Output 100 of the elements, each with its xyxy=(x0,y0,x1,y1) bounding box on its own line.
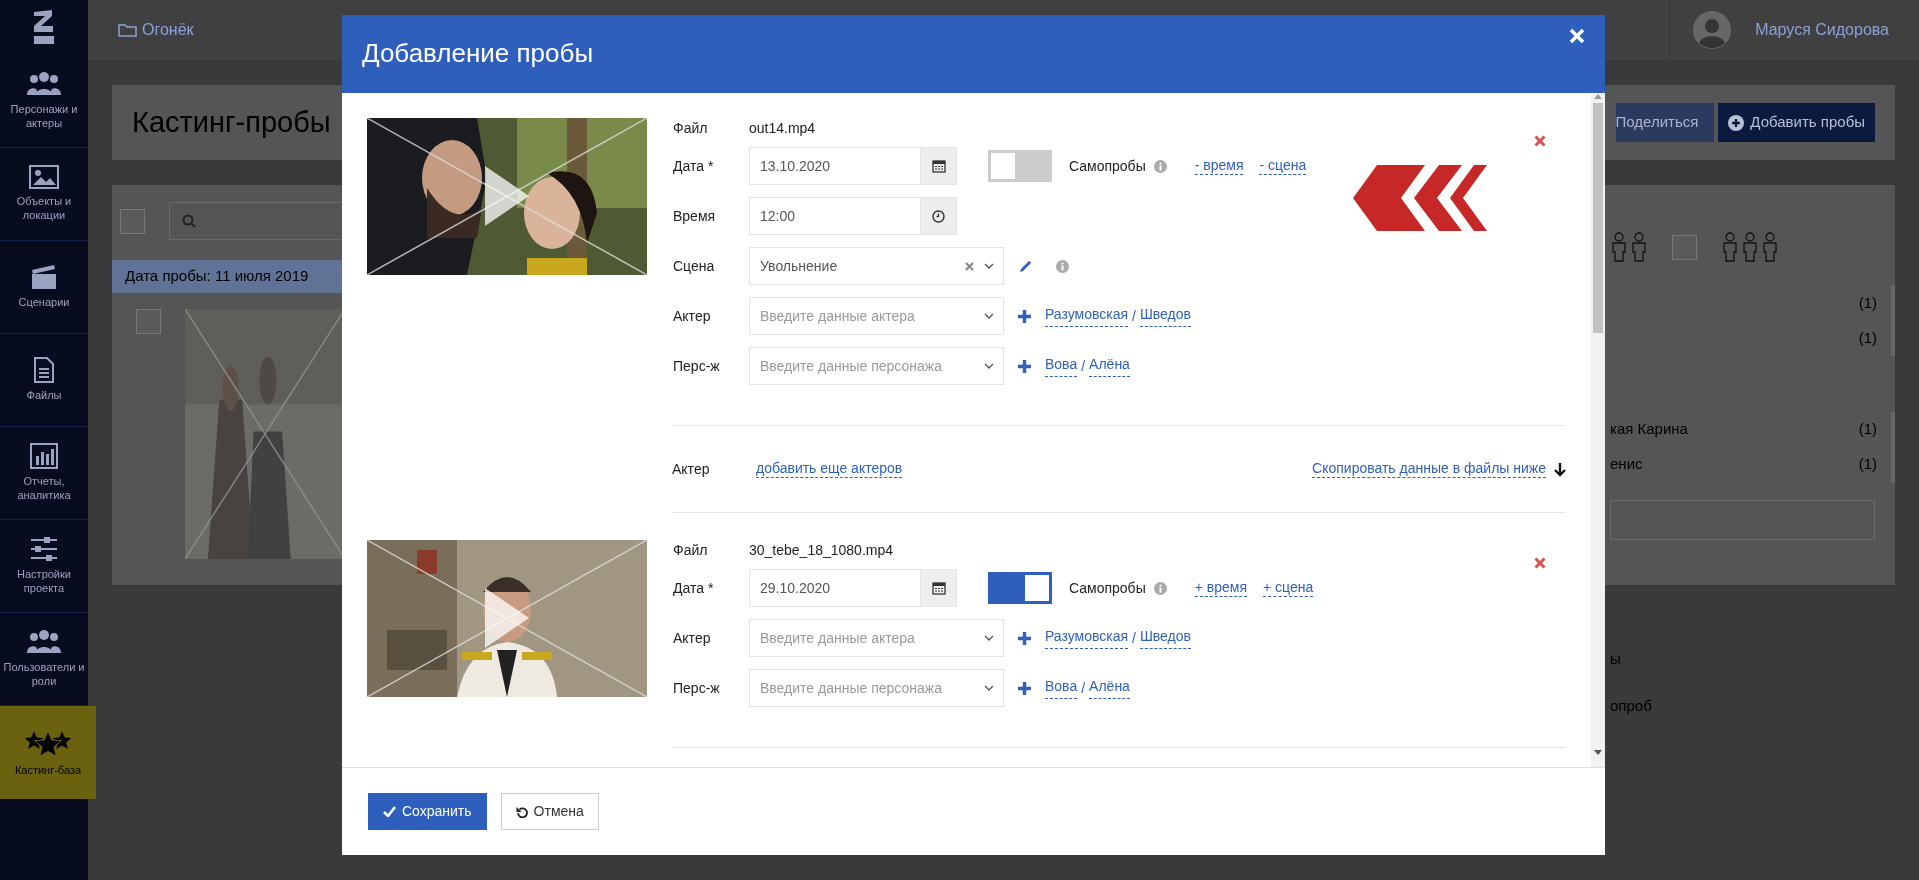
select-field[interactable]: Введите данные актера xyxy=(749,619,1004,657)
suggestion-link[interactable]: Разумовская xyxy=(1045,627,1129,649)
toggle-switch[interactable] xyxy=(988,150,1052,182)
clear-icon xyxy=(965,261,974,271)
suggestion-link[interactable]: Шведов xyxy=(1140,305,1191,327)
arrow-down-icon xyxy=(1554,462,1566,477)
suggestion-link[interactable]: Алёна xyxy=(1089,677,1130,699)
plus-icon xyxy=(1018,682,1031,696)
field-label: Перс-ж xyxy=(673,356,721,376)
calendar-button[interactable] xyxy=(921,147,957,185)
item-count: (1) xyxy=(1858,419,1877,440)
field-label: Актер xyxy=(672,459,711,479)
suggestion-link[interactable]: Алёна xyxy=(1089,355,1130,377)
clock-button[interactable] xyxy=(921,197,957,235)
person-icon xyxy=(1630,232,1648,262)
sliders-icon xyxy=(30,536,58,563)
breadcrumb-link[interactable]: Огонёк xyxy=(118,18,194,42)
checkbox[interactable] xyxy=(1672,234,1697,260)
caret-icon xyxy=(984,263,994,269)
page-title: Кастинг-пробы xyxy=(132,105,331,140)
sidebar-item[interactable]: Кастинг-база xyxy=(0,706,96,799)
avatar-icon xyxy=(1693,11,1732,49)
field-label: Время xyxy=(673,206,717,226)
field-label: Актер xyxy=(673,306,712,326)
copy-data-link[interactable]: Скопировать данные в файлы ниже xyxy=(1312,460,1546,478)
toggle-link[interactable]: + время xyxy=(1194,579,1247,597)
toggle-link[interactable]: + сцена xyxy=(1263,579,1314,597)
bar-chart-icon xyxy=(30,443,58,470)
clock-icon xyxy=(932,209,945,223)
item-count: (1) xyxy=(1858,454,1877,475)
time-field[interactable]: 12:00 xyxy=(749,197,921,235)
field-label: Перс-ж xyxy=(673,678,721,698)
sidebar-label: Настройки проекта xyxy=(16,568,72,596)
sidebar-label: Объекты и локации xyxy=(15,195,73,223)
remove-icon xyxy=(1534,135,1546,148)
suggestion-link[interactable]: Разумовская xyxy=(1045,305,1129,327)
add-button[interactable]: Добавить пробы xyxy=(1718,103,1875,142)
sidebar-label: Отчеты, аналитика xyxy=(16,475,72,503)
save-button[interactable]: Сохранить xyxy=(368,793,487,830)
select-field[interactable]: Введите данные персонажа xyxy=(749,669,1004,707)
info-icon xyxy=(1153,581,1167,595)
plus-icon xyxy=(1018,310,1031,324)
sidebar-item[interactable]: Сценарии xyxy=(0,241,88,334)
check-icon xyxy=(383,806,396,817)
select-field[interactable]: Введите данные актера xyxy=(749,297,1004,335)
file-icon xyxy=(33,357,55,384)
file-name: out14.mp4 xyxy=(749,119,816,138)
sidebar-item[interactable]: Отчеты, аналитика xyxy=(0,427,88,520)
field-label: Файл xyxy=(673,119,709,138)
checkbox[interactable] xyxy=(136,309,161,334)
search-icon xyxy=(182,214,196,228)
add-actors-link[interactable]: добавить еще актеров xyxy=(756,460,903,478)
calendar-button[interactable] xyxy=(921,569,957,607)
separator-slash: / xyxy=(1132,306,1136,326)
people-icon xyxy=(27,629,61,656)
suggestion-link[interactable]: Шведов xyxy=(1140,627,1191,649)
user-name[interactable]: Маруся Сидорова xyxy=(1755,18,1889,42)
info-icon xyxy=(1153,159,1167,173)
share-button[interactable]: Поделиться xyxy=(1615,103,1715,142)
person-icon xyxy=(1741,232,1759,262)
checkbox[interactable] xyxy=(120,208,145,234)
separator-slash: / xyxy=(1081,356,1086,376)
play-icon[interactable] xyxy=(485,588,529,648)
person-icon xyxy=(1721,232,1739,262)
clapperboard-icon xyxy=(30,264,58,291)
scrollbar-thumb[interactable] xyxy=(1593,103,1603,333)
person-icon xyxy=(1761,232,1779,262)
image-icon xyxy=(29,165,59,190)
suggestion-link[interactable]: Вова xyxy=(1045,677,1078,699)
sidebar-item[interactable]: Персонажи и актеры xyxy=(0,55,88,148)
calendar-icon xyxy=(931,159,946,173)
select-field[interactable]: Введите данные персонажа xyxy=(749,347,1004,385)
toggle-link[interactable]: - время xyxy=(1194,157,1244,175)
scrollbar[interactable] xyxy=(1591,93,1605,767)
toggle-link[interactable]: - сцена xyxy=(1259,157,1307,175)
plus-circle-icon xyxy=(1728,114,1745,131)
sidebar-item[interactable]: Файлы xyxy=(0,334,88,427)
date-field[interactable]: 29.10.2020 xyxy=(749,569,921,607)
caret-icon xyxy=(984,313,994,319)
field-label: Актер xyxy=(673,628,712,648)
sidebar-item[interactable]: Объекты и локации xyxy=(0,148,88,241)
scene-select[interactable]: Увольнение xyxy=(749,247,1004,285)
toggle-switch[interactable] xyxy=(988,572,1052,604)
modal-title: Добавление пробы xyxy=(362,38,594,70)
file-name: 30_tebe_18_1080.mp4 xyxy=(749,541,894,560)
date-field[interactable]: 13.10.2020 xyxy=(749,147,921,185)
folder-icon xyxy=(118,22,138,38)
sidebar-label: Пользователи и роли xyxy=(2,661,86,689)
scroll-down-icon xyxy=(1594,750,1602,757)
sidebar-label: Персонажи и актеры xyxy=(9,103,79,131)
sidebar-item[interactable]: Настройки проекта xyxy=(0,520,88,613)
pencil-icon xyxy=(1018,259,1032,274)
close-icon xyxy=(1569,28,1585,45)
plus-icon xyxy=(1018,360,1031,374)
cancel-button[interactable]: Отмена xyxy=(500,793,599,830)
toggle-label: Самопробы xyxy=(1069,578,1146,598)
suggestion-link[interactable]: Вова xyxy=(1045,355,1078,377)
sidebar-label: Файлы xyxy=(26,389,62,403)
play-icon[interactable] xyxy=(485,166,529,226)
undo-icon xyxy=(515,805,528,818)
